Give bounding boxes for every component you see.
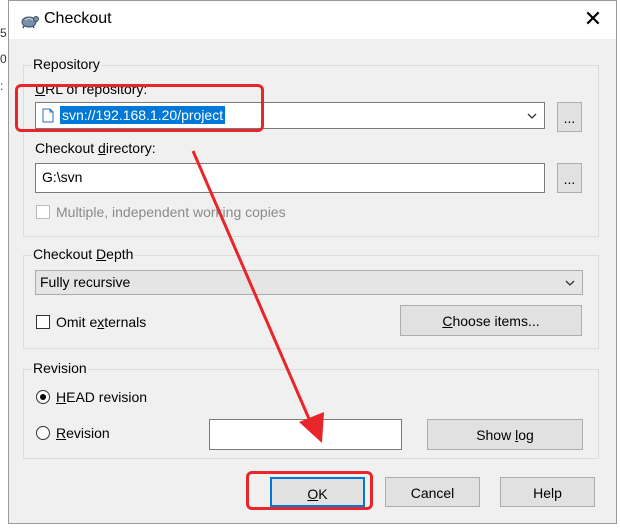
annotation-arrow bbox=[191, 150, 324, 443]
arrow-head-icon bbox=[299, 412, 324, 443]
